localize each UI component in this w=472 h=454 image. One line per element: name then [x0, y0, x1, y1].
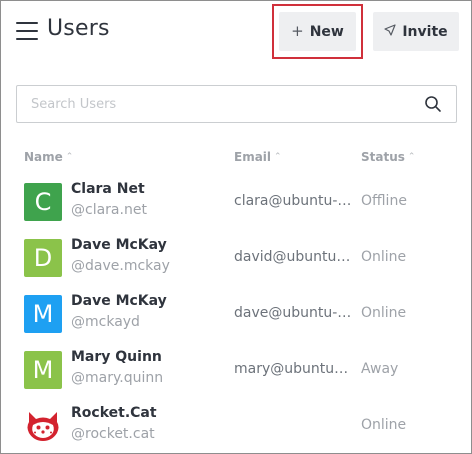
invite-button-label: Invite: [402, 23, 448, 40]
avatar: M: [24, 295, 62, 333]
table-header: Name ⌃ Email ⌃ Status ⌃: [1, 149, 471, 167]
sort-icon: ⌃: [65, 151, 74, 162]
plus-icon: +: [291, 22, 304, 40]
rocket-cat-icon: [24, 407, 62, 445]
sort-icon: ⌃: [407, 151, 416, 162]
user-status: Online: [361, 417, 407, 433]
header: Users + New Invite: [1, 1, 471, 63]
user-email: dave@ubuntu-server: [234, 305, 352, 321]
column-header-email[interactable]: Email ⌃: [234, 150, 282, 164]
user-handle: @rocket.cat: [71, 426, 155, 442]
user-name: Mary Quinn: [71, 349, 162, 365]
search-input[interactable]: [17, 86, 417, 122]
user-handle: @clara.net: [71, 202, 147, 218]
user-email: clara@ubuntu-server: [234, 193, 352, 209]
user-status: Online: [361, 305, 407, 321]
new-button-label: New: [309, 23, 344, 40]
user-name: Dave McKay: [71, 237, 167, 253]
column-header-name[interactable]: Name ⌃: [24, 150, 73, 164]
user-status: Away: [361, 361, 399, 377]
avatar: M: [24, 351, 62, 389]
table-row[interactable]: M Mary Quinn @mary.quinn mary@ubuntu-ser…: [1, 343, 471, 399]
sort-icon: ⌃: [274, 151, 282, 162]
user-email: mary@ubuntu-server: [234, 361, 352, 377]
table-row[interactable]: Rocket.Cat @rocket.cat Online: [1, 399, 471, 453]
search-icon[interactable]: [424, 95, 442, 113]
user-name: Clara Net: [71, 181, 145, 197]
send-icon: [384, 24, 396, 39]
user-handle: @mckayd: [71, 314, 140, 330]
user-email: david@ubuntu-server: [234, 249, 352, 265]
page-title: Users: [47, 16, 110, 41]
table-row[interactable]: D Dave McKay @dave.mckay david@ubuntu-se…: [1, 231, 471, 287]
table-row[interactable]: C Clara Net @clara.net clara@ubuntu-serv…: [1, 175, 471, 231]
avatar: D: [24, 239, 62, 277]
column-header-status[interactable]: Status ⌃: [361, 150, 415, 164]
new-button[interactable]: + New: [279, 12, 356, 51]
search-box: [16, 85, 457, 123]
invite-button[interactable]: Invite: [373, 12, 459, 51]
table-row[interactable]: M Dave McKay @mckayd dave@ubuntu-server …: [1, 287, 471, 343]
user-name: Rocket.Cat: [71, 405, 157, 421]
user-status: Online: [361, 249, 407, 265]
user-handle: @dave.mckay: [71, 258, 170, 274]
user-status: Offline: [361, 193, 407, 209]
user-name: Dave McKay: [71, 293, 167, 309]
user-handle: @mary.quinn: [71, 370, 164, 386]
users-panel: Users + New Invite Name ⌃ Email ⌃ S: [0, 0, 472, 454]
menu-icon[interactable]: [16, 21, 38, 41]
avatar: C: [24, 183, 62, 221]
